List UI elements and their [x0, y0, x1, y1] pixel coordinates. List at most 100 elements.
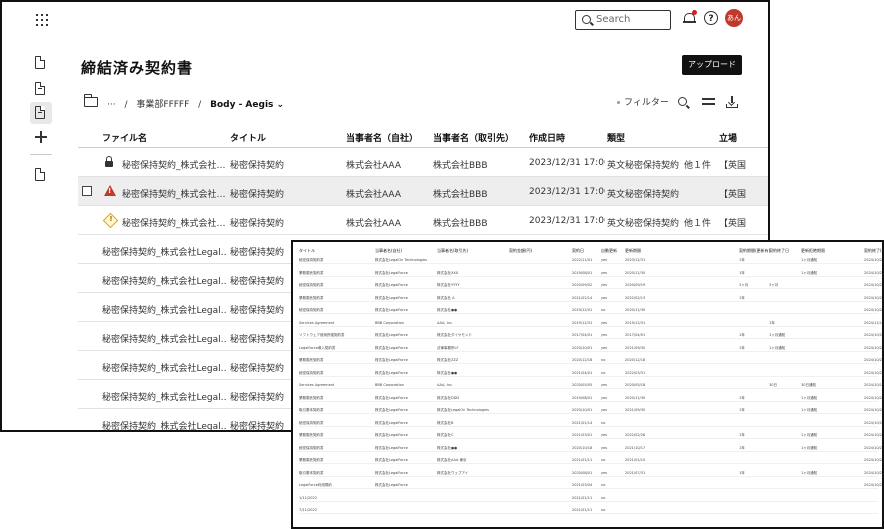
- sheet-cell: 2024/10/26: [864, 470, 884, 475]
- cell-self: 株式会社AAA: [346, 219, 401, 229]
- sheet-header-cell: 契約日: [572, 248, 584, 253]
- sheet-cell: 株式会社LegalForce: [375, 445, 408, 450]
- sheet-cell: 2021/01/10: [625, 458, 646, 462]
- cell-file[interactable]: 秘密保持契約_株式会社Legal…: [102, 274, 226, 287]
- avatar[interactable]: あん: [725, 9, 743, 27]
- sheet-cell: 1ヶ月通知: [801, 445, 818, 450]
- breadcrumb-sep: /: [124, 100, 128, 110]
- cell-file[interactable]: 秘密保持契約_株式会社Legal…: [102, 419, 226, 430]
- sheet-cell: 株式会社YYYY: [437, 283, 460, 287]
- cell-file[interactable]: 秘密保持契約_株式会社Legal…: [102, 361, 226, 374]
- cell-file[interactable]: 秘密保持契約_株式会社Legal…: [102, 245, 226, 258]
- sheet-cell: 1ヶ月通知: [801, 433, 818, 437]
- col-title[interactable]: タイトル: [230, 131, 266, 144]
- table-row[interactable]: 秘密保持契約_株式会社… 秘密保持契約 株式会社AAA 株式会社BBB 2023/12/…: [78, 177, 768, 206]
- table-row[interactable]: 秘密保持契約_株式会社… 秘密保持契約 株式会社AAA 株式会社BBB 2023/12/…: [78, 206, 768, 235]
- alert-diamond-icon: [102, 212, 119, 229]
- sheet-cell: 2021/01/14: [572, 420, 593, 425]
- filter-label: フィルター: [624, 98, 669, 108]
- sheet-cell: 秘密保持契約書: [299, 258, 324, 262]
- sheet-cell: 2019/08/01: [572, 395, 593, 400]
- nav-document-icon[interactable]: [30, 52, 52, 74]
- cell-file[interactable]: 秘密保持契約_株式会社…: [122, 158, 226, 171]
- sheet-cell: 株式会社LegalForce: [375, 270, 408, 275]
- sheet-cell: 2024/10/18: [864, 383, 884, 387]
- cell-file[interactable]: 秘密保持契約_株式会社…: [122, 216, 226, 229]
- app-grid-icon[interactable]: [36, 14, 48, 26]
- cell-file[interactable]: 秘密保持契約_株式会社Legal…: [102, 390, 226, 403]
- breadcrumb-ellipsis[interactable]: ···: [107, 100, 116, 110]
- cell-file[interactable]: 秘密保持契約_株式会社…: [122, 187, 226, 200]
- search-input[interactable]: Search: [575, 10, 671, 30]
- sheet-header-cell: 当事者名(取引先): [437, 248, 469, 253]
- sheet-cell: 2021/01/11: [572, 495, 593, 500]
- sheet-cell: 1年: [739, 433, 745, 437]
- sheet-cell: 1ヶ月通知: [769, 333, 786, 337]
- sheet-cell: 1ヶ月通知: [769, 345, 786, 350]
- sheet-cell: 1ヶ月通知: [801, 395, 818, 400]
- sheet-cell: 2021/09/30: [625, 408, 646, 412]
- table-header: ファイル名 タイトル 当事者名（自社） 当事者名（取引先） 作成日時 類型 立場: [78, 123, 768, 148]
- sheet-cell: no: [601, 483, 606, 487]
- cell-pos: 【英国: [719, 219, 747, 229]
- download-icon[interactable]: [726, 96, 738, 108]
- nav-divider: [30, 154, 52, 155]
- sheet-row: 秘密保持契約書 株式会社LegalForce 株式会社●● 2019/12/01 no 2…: [299, 308, 882, 314]
- sheet-cell: 株式会社LegalForce: [375, 458, 408, 462]
- breadcrumb-sep: /: [198, 100, 202, 110]
- notification-bell-icon[interactable]: [683, 10, 697, 24]
- table-row[interactable]: 秘密保持契約_株式会社… 秘密保持契約 株式会社AAA 株式会社BBB 2023/12/…: [78, 148, 768, 177]
- sheet-cell: 取引基本契約書: [299, 470, 324, 475]
- sheet-cell: 2020/10/18: [572, 445, 593, 450]
- sheet-cell: no: [601, 458, 606, 462]
- sheet-cell: 2024/10/26: [864, 270, 884, 275]
- sheet-cell: 株式会社C: [437, 433, 454, 437]
- sheet-row: Services Agreement BBB Corporation AAA, In…: [299, 383, 882, 389]
- sheet-cell: 1年: [739, 345, 745, 350]
- sheet-row: 取引基本契約書 株式会社LegalForce 株式会社ウェブアイ 2020/08/01…: [299, 470, 882, 477]
- cell-file[interactable]: 秘密保持契約_株式会社Legal…: [102, 332, 226, 345]
- sheet-cell: 3ヶ月: [769, 283, 779, 287]
- column-settings-icon[interactable]: [702, 98, 715, 106]
- sheet-row: 業務委託契約書 株式会社LegalForce 株式会社 A 2021/02/14 yes…: [299, 295, 882, 302]
- col-type[interactable]: 類型: [607, 131, 625, 144]
- sheet-cell: 1年: [739, 395, 745, 400]
- col-filename[interactable]: ファイル名: [102, 131, 147, 144]
- cell-type: 英文秘密保持契約: [607, 161, 680, 171]
- col-self-party[interactable]: 当事者名（自社）: [346, 131, 418, 144]
- col-created[interactable]: 作成日時: [529, 131, 565, 144]
- sheet-cell: no: [601, 508, 606, 512]
- search-icon: [582, 15, 591, 24]
- sheet-header-cell: 当事者名(自社): [375, 248, 403, 253]
- sheet-cell: 2024/10/26: [864, 345, 884, 350]
- sheet-cell: yes: [601, 408, 608, 412]
- breadcrumb-dept[interactable]: 事業部FFFFF: [136, 100, 189, 110]
- row-checkbox[interactable]: [82, 186, 92, 196]
- table-search-icon[interactable]: [678, 97, 687, 106]
- cell-file[interactable]: 秘密保持契約_株式会社Legal…: [102, 303, 226, 316]
- sheet-cell: yes: [601, 320, 608, 325]
- sheet-cell: no: [601, 420, 606, 425]
- sheet-cell: 2022/02/13: [625, 295, 646, 300]
- sheet-cell: yes: [601, 395, 608, 400]
- cell-title: 秘密保持契約: [230, 219, 285, 229]
- sheet-cell: 2024/10/26: [864, 433, 884, 437]
- help-icon[interactable]: ?: [704, 11, 718, 25]
- sheet-cell: yes: [601, 270, 608, 275]
- filter-button[interactable]: フィルター: [617, 95, 669, 108]
- sheet-cell: 株式会社LegalOn Technologies: [375, 258, 427, 262]
- col-position[interactable]: 立場: [719, 131, 737, 144]
- nav-add-icon[interactable]: [30, 126, 52, 148]
- sheet-cell: Services Agreement: [299, 383, 335, 387]
- col-counterparty[interactable]: 当事者名（取引先）: [433, 131, 514, 144]
- nav-document-list-icon[interactable]: [30, 78, 52, 100]
- sheet-cell: 2022/11/01: [572, 258, 593, 262]
- upload-button[interactable]: アップロード: [682, 55, 742, 75]
- folder-icon[interactable]: [84, 94, 98, 107]
- sheet-cell: 1年: [739, 470, 745, 475]
- sheet-cell: 株式会社ダイヤモンド: [437, 333, 472, 337]
- nav-contract-active-icon[interactable]: [30, 102, 52, 124]
- breadcrumb-current[interactable]: Body - Aegis ⌄: [210, 100, 284, 110]
- nav-template-icon[interactable]: [30, 164, 52, 186]
- sheet-cell: 株式会社 A: [437, 295, 455, 300]
